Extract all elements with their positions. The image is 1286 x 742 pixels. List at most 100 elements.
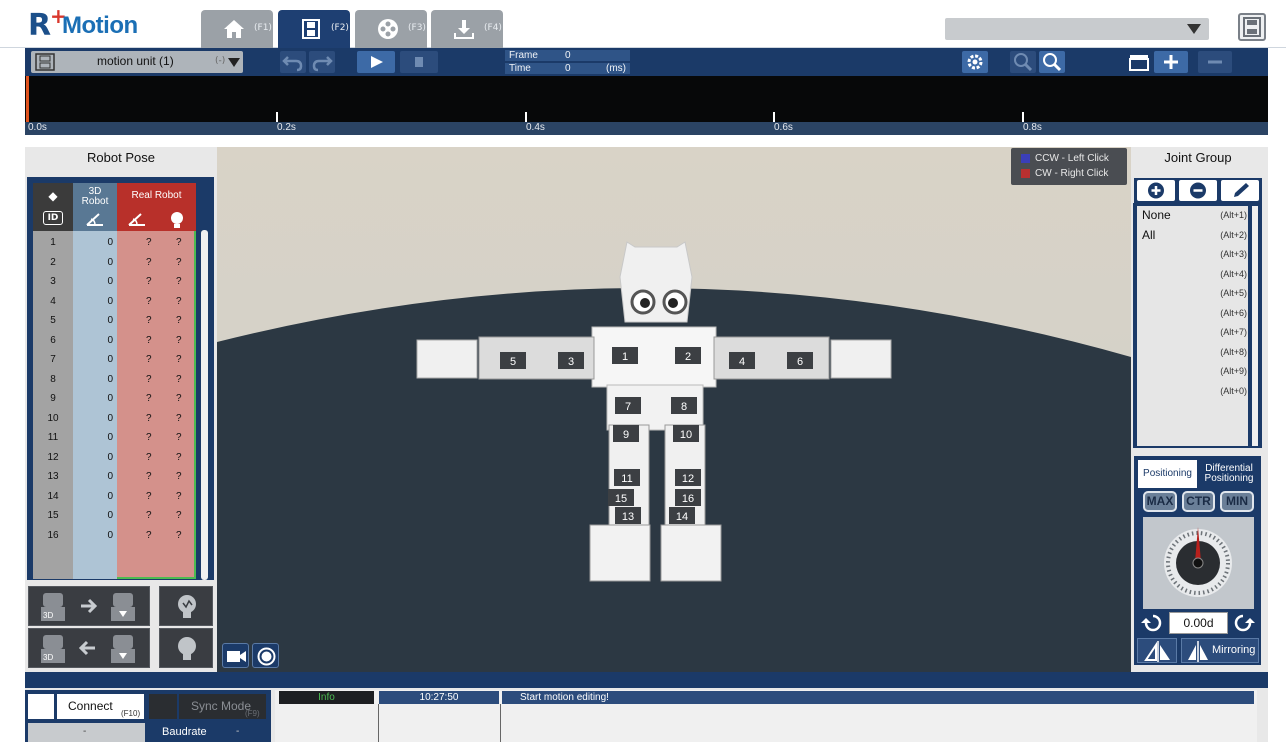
camera-button[interactable] [222, 643, 249, 668]
playhead-cursor[interactable] [26, 76, 29, 122]
add-group-button[interactable] [1137, 180, 1175, 201]
add-frame-button[interactable] [1154, 51, 1188, 73]
joint-group-item[interactable]: (Alt+9) [1142, 364, 1247, 384]
joint-group-scrollbar[interactable] [1252, 206, 1258, 446]
pose-row[interactable]: 6 0?? [33, 331, 196, 351]
pose-cell-rl: ? [176, 451, 182, 463]
save-button[interactable] [1238, 13, 1266, 41]
tab-differential-positioning[interactable]: Differential Positioning [1200, 460, 1258, 488]
joint-label: 14 [676, 511, 688, 523]
joint-group-item[interactable]: (Alt+8) [1142, 345, 1247, 365]
min-button[interactable]: MIN [1220, 491, 1254, 512]
pose-table-scrollbar[interactable] [201, 230, 208, 580]
baudrate-select[interactable]: Baudrate - [150, 723, 266, 742]
tab-motion[interactable]: (F2) [278, 10, 350, 48]
mirror-toggle-button[interactable] [1137, 638, 1177, 663]
pose-row[interactable]: 7 0?? [33, 350, 196, 370]
pose-row[interactable]: 1 0?? [33, 233, 196, 253]
mirroring-button[interactable]: Mirroring [1181, 638, 1259, 663]
plus-icon [1164, 55, 1178, 69]
pose-cell-rl: ? [176, 373, 182, 385]
pose-row[interactable]: 16 0?? [33, 526, 196, 546]
remove-group-button[interactable] [1179, 180, 1217, 201]
pose-row[interactable]: 2 0?? [33, 253, 196, 273]
led-on-button[interactable] [159, 586, 213, 626]
port-select[interactable]: - [28, 723, 145, 742]
joint-group-item[interactable]: (Alt+0) [1142, 384, 1247, 404]
pose-row[interactable]: 11 0?? [33, 428, 196, 448]
joint-group-item[interactable]: (Alt+6) [1142, 306, 1247, 326]
zoom-out-button[interactable] [1010, 51, 1036, 73]
pose-cell-id: 10 [47, 412, 59, 424]
pose-row[interactable]: 9 0?? [33, 389, 196, 409]
max-button[interactable]: MAX [1143, 491, 1177, 512]
stop-icon [415, 57, 423, 67]
joint-group-title: Joint Group [1164, 150, 1232, 165]
log-time: 10:27:50 [379, 691, 499, 704]
copy-3d-to-real-button[interactable]: 3D [28, 586, 150, 626]
frame-edit-button[interactable] [1126, 51, 1152, 73]
led-off-button[interactable] [159, 628, 213, 668]
redo-button[interactable] [309, 51, 335, 73]
ccw-legend-text: CCW - Left Click [1035, 153, 1109, 164]
joint-group-item[interactable]: (Alt+3) [1142, 247, 1247, 267]
pose-cell-v3d: 0 [107, 256, 113, 268]
pose-row[interactable]: 4 0?? [33, 292, 196, 312]
connect-button[interactable]: Connect (F10) [57, 694, 144, 719]
pose-row[interactable]: 5 0?? [33, 311, 196, 331]
svg-text:3D: 3D [43, 611, 53, 620]
copy-real-to-3d-button[interactable]: 3D [28, 628, 150, 668]
rotate-ccw-icon [1141, 614, 1162, 632]
joint-group-item[interactable]: All (Alt+2) [1142, 228, 1247, 248]
rotate-ccw-button[interactable] [1139, 612, 1165, 634]
joint-group-item[interactable]: (Alt+4) [1142, 267, 1247, 287]
connect-key: (F10) [121, 709, 141, 718]
pose-row[interactable]: 12 0?? [33, 448, 196, 468]
remove-frame-button[interactable] [1198, 51, 1232, 73]
rotate-cw-icon [1234, 614, 1255, 632]
pose-cell-id: 13 [47, 471, 59, 482]
joint-group-item[interactable]: (Alt+5) [1142, 286, 1247, 306]
pose-row[interactable]: 3 0?? [33, 272, 196, 292]
pose-row[interactable]: 13 0?? [33, 467, 196, 487]
joint-group-item[interactable]: (Alt+7) [1142, 325, 1247, 345]
pose-row[interactable]: 14 0?? [33, 487, 196, 507]
pose-row[interactable]: 8 0?? [33, 370, 196, 390]
play-button[interactable] [357, 51, 395, 73]
pose-cell-ra: ? [146, 432, 152, 443]
video-camera-icon [227, 651, 246, 662]
tab-download[interactable]: (F4) [431, 10, 503, 48]
angle-dial[interactable] [1143, 517, 1254, 609]
project-dropdown[interactable] [945, 18, 1209, 40]
ctr-button[interactable]: CTR [1182, 491, 1215, 512]
angle-value-input[interactable]: 0.00d [1169, 612, 1228, 634]
sync-mode-button[interactable]: Sync Mode (F9) [179, 694, 266, 719]
settings-button[interactable] [962, 51, 988, 73]
pose-cell-rl: ? [176, 354, 182, 365]
robot-3d-viewport[interactable]: 1 2 3 4 5 6 7 8 9 10 11 12 13 14 15 16 [217, 147, 1131, 672]
timeline-ruler [25, 122, 1268, 135]
tab-reel[interactable]: (F3) [355, 10, 427, 48]
joint-group-name: All [1142, 227, 1156, 242]
pose-cell-ra: ? [146, 412, 152, 424]
tab-positioning[interactable]: Positioning [1138, 460, 1197, 488]
edit-group-button[interactable] [1221, 180, 1259, 201]
plus-circle-icon [1148, 182, 1164, 199]
undo-button[interactable] [280, 51, 306, 73]
joint-group-shortcut: (Alt+9) [1220, 366, 1247, 376]
joint-group-item[interactable]: None (Alt+1) [1142, 208, 1247, 228]
zoom-in-button[interactable] [1039, 51, 1065, 73]
film-reel-icon [378, 19, 398, 39]
baudrate-value: - [236, 726, 240, 737]
motion-unit-dropdown[interactable]: motion unit (1) (-) [31, 51, 243, 73]
snapshot-button[interactable] [252, 643, 279, 668]
pose-row[interactable]: 10 0?? [33, 409, 196, 429]
play-icon [371, 56, 383, 68]
rotate-cw-button[interactable] [1231, 612, 1257, 634]
cw-swatch [1021, 169, 1030, 178]
pose-row[interactable]: 15 0?? [33, 506, 196, 526]
pose-cell-id: 16 [47, 529, 59, 541]
tab-home[interactable]: (F1) [201, 10, 273, 48]
stop-button[interactable] [400, 51, 438, 73]
minus-icon [1208, 60, 1222, 64]
